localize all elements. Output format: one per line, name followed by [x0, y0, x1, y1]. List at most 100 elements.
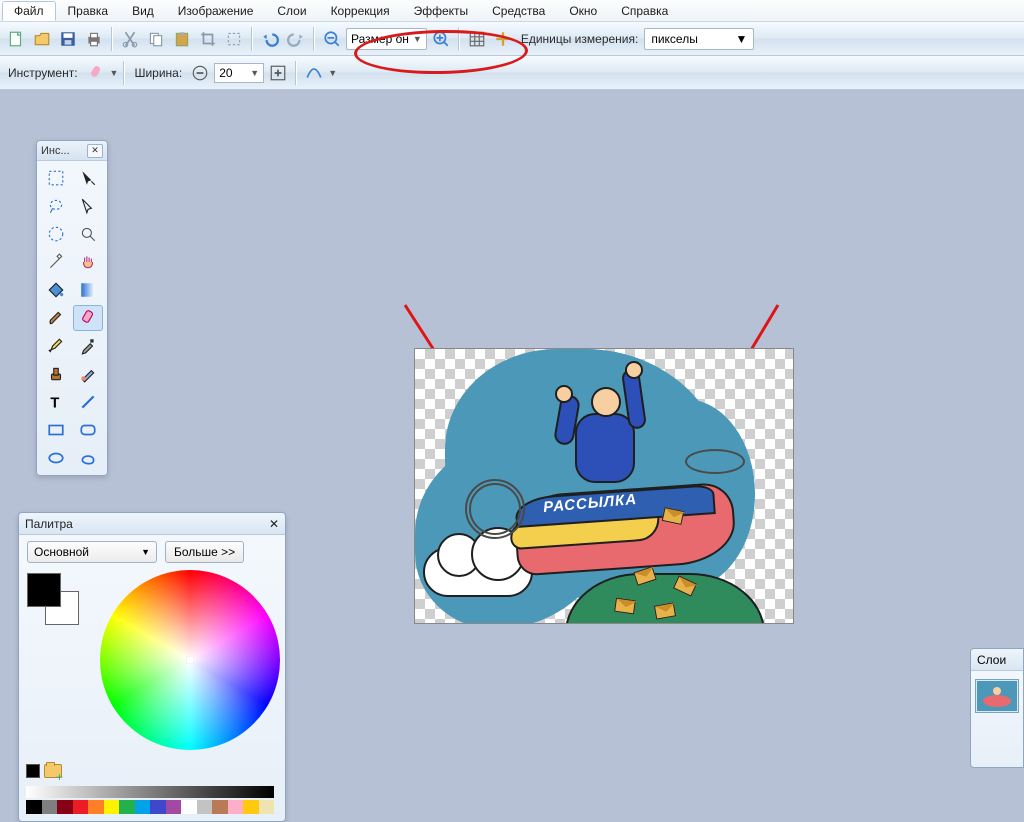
copy-button[interactable] — [144, 27, 168, 51]
tool-eraser[interactable] — [73, 305, 103, 331]
paste-button[interactable] — [170, 27, 194, 51]
layer-thumbnail[interactable] — [975, 679, 1019, 713]
tool-magic-wand[interactable] — [41, 249, 71, 275]
open-button[interactable] — [30, 27, 54, 51]
tool-clone-stamp[interactable] — [41, 361, 71, 387]
tool-label: Инструмент: — [8, 66, 78, 80]
menu-view[interactable]: Вид — [120, 1, 166, 21]
current-tool-icon[interactable] — [84, 61, 108, 85]
menu-tools[interactable]: Средства — [480, 1, 557, 21]
deselect-button[interactable] — [222, 27, 246, 51]
layers-panel-title[interactable]: Слои — [971, 649, 1023, 671]
tool-ellipse[interactable] — [41, 445, 71, 471]
swatch[interactable] — [42, 800, 58, 814]
value-slider[interactable] — [26, 786, 274, 798]
tool-move[interactable] — [73, 193, 103, 219]
tool-freeform-shape[interactable] — [73, 445, 103, 471]
colors-panel-close-button[interactable]: ✕ — [269, 517, 279, 531]
colors-panel-title: Палитра — [25, 517, 73, 531]
tool-paintbrush[interactable] — [41, 305, 71, 331]
antialias-button[interactable] — [302, 61, 326, 85]
primary-color-swatch[interactable] — [27, 573, 61, 607]
canvas-pilot-hand — [625, 361, 643, 379]
tool-color-picker[interactable] — [73, 333, 103, 359]
swatch[interactable] — [104, 800, 120, 814]
tool-pencil[interactable] — [41, 333, 71, 359]
tools-panel-title-bar[interactable]: Инс... ✕ — [37, 141, 107, 161]
tool-ellipse-select[interactable] — [41, 221, 71, 247]
swatch[interactable] — [73, 800, 89, 814]
black-white-reset[interactable] — [26, 764, 40, 778]
swatch[interactable] — [88, 800, 104, 814]
tool-move-selection[interactable] — [73, 165, 103, 191]
tool-paint-bucket[interactable] — [41, 277, 71, 303]
separator — [123, 61, 125, 85]
add-palette-icon[interactable]: + — [56, 770, 63, 784]
width-decrease-button[interactable] — [188, 61, 212, 85]
swatch[interactable] — [135, 800, 151, 814]
color-wheel-cursor[interactable] — [186, 656, 194, 664]
menu-bar: Файл Правка Вид Изображение Слои Коррекц… — [0, 0, 1024, 22]
swatch[interactable] — [212, 800, 228, 814]
tool-rounded-rectangle[interactable] — [73, 417, 103, 443]
canvas[interactable]: РАССЫЛКА — [414, 348, 794, 624]
zoom-out-button[interactable] — [320, 27, 344, 51]
tool-rectangle-select[interactable] — [41, 165, 71, 191]
units-label: Единицы измерения: — [521, 32, 639, 46]
menu-adjustments[interactable]: Коррекция — [319, 1, 402, 21]
chevron-down-icon[interactable]: ▼ — [328, 68, 337, 78]
undo-button[interactable] — [258, 27, 282, 51]
tool-text[interactable]: T — [41, 389, 71, 415]
chevron-down-icon: ▼ — [250, 68, 259, 78]
swatch[interactable] — [166, 800, 182, 814]
width-input[interactable]: 20 ▼ — [214, 63, 264, 83]
swatch[interactable] — [259, 800, 275, 814]
menu-edit[interactable]: Правка — [56, 1, 121, 21]
swatch[interactable] — [150, 800, 166, 814]
swatch[interactable] — [228, 800, 244, 814]
swatch[interactable] — [243, 800, 259, 814]
menu-layers[interactable]: Слои — [265, 1, 318, 21]
swatch[interactable] — [57, 800, 73, 814]
tool-recolor[interactable] — [73, 361, 103, 387]
swatch[interactable] — [119, 800, 135, 814]
swatch[interactable] — [197, 800, 213, 814]
layers-panel: Слои — [970, 648, 1024, 768]
separator — [295, 61, 297, 85]
menu-image[interactable]: Изображение — [166, 1, 266, 21]
color-wheel[interactable] — [100, 570, 280, 750]
cut-button[interactable] — [118, 27, 142, 51]
canvas-propeller — [469, 483, 521, 535]
canvas-pilot-body — [575, 413, 635, 483]
menu-window[interactable]: Окно — [557, 1, 609, 21]
units-dropdown[interactable]: пикселы ▼ — [644, 28, 754, 50]
swatch[interactable] — [181, 800, 197, 814]
tool-pan[interactable] — [73, 249, 103, 275]
separator — [111, 27, 113, 51]
more-button[interactable]: Больше >> — [165, 541, 244, 563]
canvas-envelope — [614, 598, 636, 615]
colors-panel-title-bar[interactable]: Палитра ✕ — [19, 513, 285, 535]
redo-button[interactable] — [284, 27, 308, 51]
swatch[interactable] — [26, 800, 42, 814]
print-button[interactable] — [82, 27, 106, 51]
menu-file[interactable]: Файл — [2, 1, 56, 21]
color-swatch-pair[interactable] — [27, 573, 83, 627]
tools-panel-close-button[interactable]: ✕ — [87, 144, 103, 158]
crop-button[interactable] — [196, 27, 220, 51]
chevron-down-icon[interactable]: ▼ — [110, 68, 119, 78]
width-increase-button[interactable] — [266, 61, 290, 85]
palette-swatches — [26, 800, 274, 814]
tool-zoom[interactable] — [73, 221, 103, 247]
tool-gradient[interactable] — [73, 277, 103, 303]
tool-rectangle[interactable] — [41, 417, 71, 443]
svg-text:T: T — [50, 396, 59, 411]
menu-help[interactable]: Справка — [609, 1, 680, 21]
tool-lasso-select[interactable] — [41, 193, 71, 219]
save-button[interactable] — [56, 27, 80, 51]
primary-secondary-dropdown[interactable]: Основной▼ — [27, 541, 157, 563]
new-button[interactable] — [4, 27, 28, 51]
tool-line[interactable] — [73, 389, 103, 415]
menu-effects[interactable]: Эффекты — [402, 1, 481, 21]
tools-panel-title: Инс... — [41, 145, 70, 157]
